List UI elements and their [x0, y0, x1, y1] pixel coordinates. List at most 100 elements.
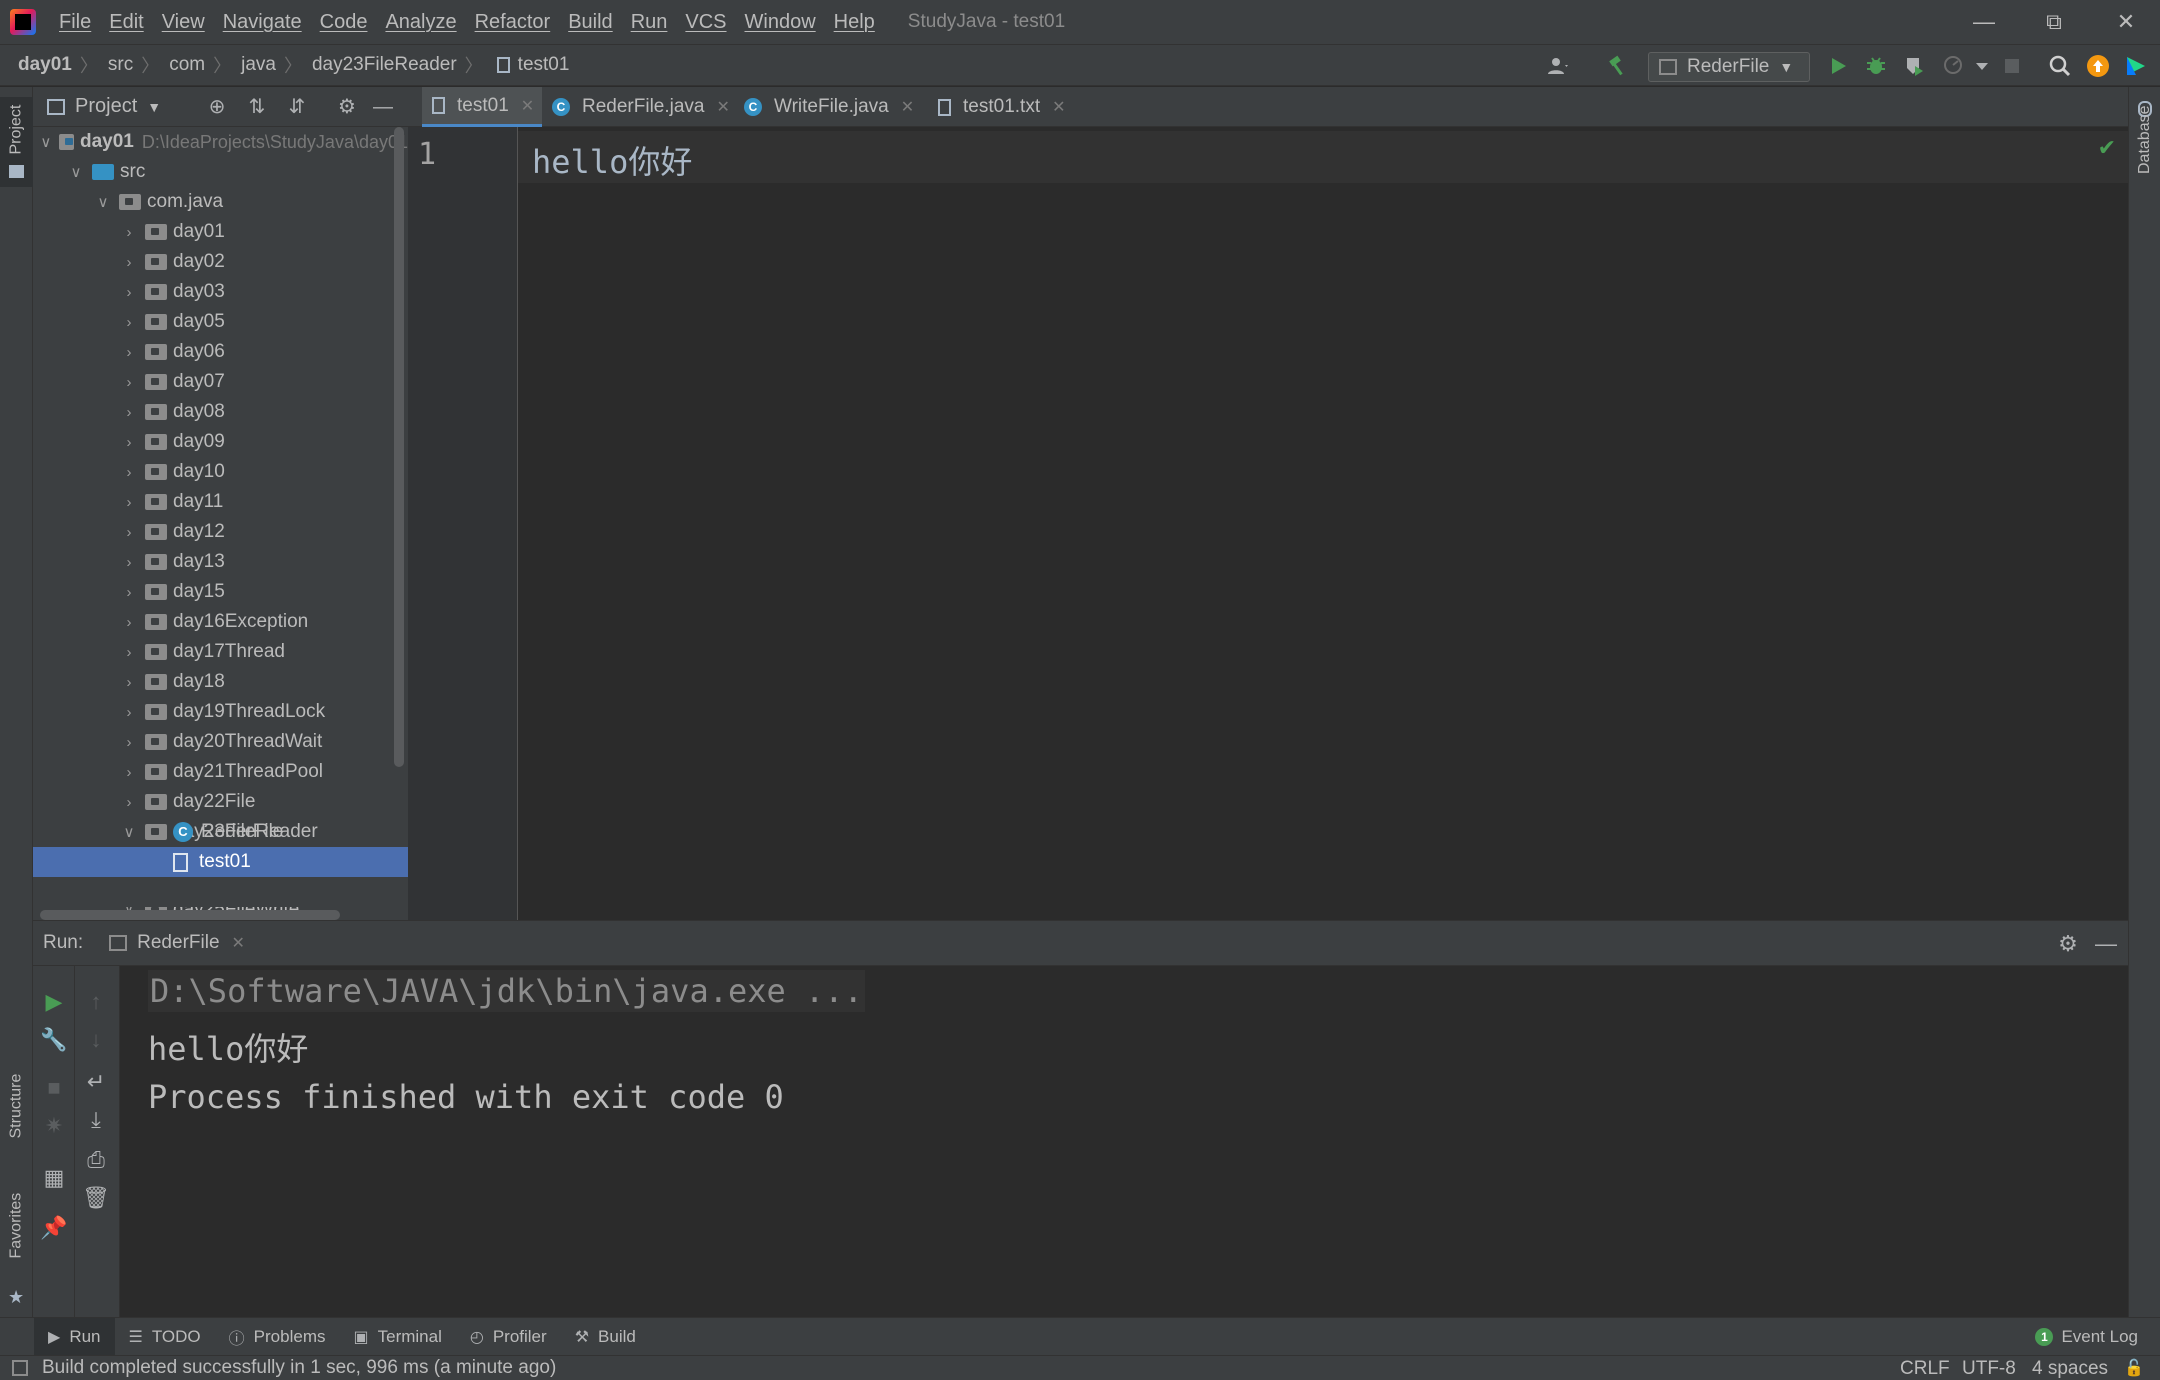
chevron-right-icon[interactable]: › — [119, 644, 139, 661]
chevron-right-icon[interactable]: › — [119, 674, 139, 691]
wrench-icon[interactable]: 🔧 — [33, 1024, 75, 1056]
status-message[interactable]: Build completed successfully in 1 sec, 9… — [42, 1357, 556, 1379]
close-icon[interactable]: ✕ — [1052, 97, 1065, 117]
debug-icon[interactable] — [1864, 54, 1888, 78]
lock-icon[interactable]: 🔓 — [2124, 1356, 2144, 1380]
chevron-right-icon[interactable]: › — [119, 524, 139, 541]
tree-item-folder[interactable]: › day22File — [33, 787, 408, 817]
console-command-line[interactable]: D:\Software\JAVA\jdk\bin\java.exe ... — [148, 970, 865, 1012]
chevron-right-icon[interactable]: › — [119, 794, 139, 811]
tool-window-build[interactable]: ⚒ Build — [561, 1318, 650, 1356]
tree-item-folder[interactable]: › day08 — [33, 397, 408, 427]
database-tool-tab[interactable]: Database — [2129, 97, 2160, 207]
close-icon[interactable]: ✕ — [901, 97, 914, 117]
breadcrumb-test01[interactable]: test01 — [508, 54, 570, 76]
chevron-down-icon[interactable]: ∨ — [93, 193, 113, 211]
print-icon[interactable]: ⎙ — [75, 1144, 117, 1176]
line-separator-indicator[interactable]: CRLF — [1900, 1356, 1950, 1380]
tree-item-folder[interactable]: › day10 — [33, 457, 408, 487]
chevron-down-icon[interactable]: ▼ — [147, 99, 161, 115]
menu-view[interactable]: View — [153, 11, 214, 34]
tab-test01-txt[interactable]: test01.txt ✕ — [928, 87, 1088, 127]
project-tool-tab[interactable]: Project — [0, 97, 33, 187]
tool-window-run[interactable]: ▶ Run — [34, 1317, 115, 1356]
tree-item-package[interactable]: ∨ com.java — [33, 187, 408, 217]
breadcrumb-java[interactable]: java — [231, 54, 276, 76]
hide-panel-icon[interactable]: — — [371, 95, 395, 119]
minimize-icon[interactable]: — — [1968, 6, 2000, 38]
tab-rederfile-java[interactable]: C RederFile.java ✕ — [542, 87, 734, 127]
pin-icon[interactable]: 📌 — [33, 1212, 75, 1244]
structure-tool-tab[interactable]: Structure — [0, 1074, 33, 1187]
project-view-selector[interactable]: Project — [75, 95, 137, 118]
chevron-right-icon[interactable]: › — [119, 224, 139, 241]
update-icon[interactable] — [2086, 54, 2110, 78]
menu-run[interactable]: Run — [622, 11, 677, 34]
tree-item-folder[interactable]: › day21ThreadPool — [33, 757, 408, 787]
menu-help[interactable]: Help — [825, 11, 884, 34]
scroll-to-end-icon[interactable]: ⤓ — [75, 1104, 117, 1136]
chevron-right-icon[interactable]: › — [119, 344, 139, 361]
rerun-icon[interactable]: ▶ — [33, 986, 75, 1018]
tree-item-folder[interactable]: › day19ThreadLock — [33, 697, 408, 727]
breadcrumb-src[interactable]: src — [98, 54, 133, 76]
chevron-right-icon[interactable]: › — [119, 374, 139, 391]
build-hammer-icon[interactable] — [1606, 54, 1630, 78]
tree-item-folder[interactable]: › day11 — [33, 487, 408, 517]
run-icon[interactable] — [1826, 54, 1850, 78]
restore-icon[interactable]: ⧉ — [2038, 6, 2070, 38]
account-icon[interactable] — [1546, 54, 1570, 78]
tool-window-terminal[interactable]: ▣ Terminal — [339, 1318, 455, 1356]
encoding-indicator[interactable]: UTF-8 — [1962, 1356, 2016, 1380]
menu-vcs[interactable]: VCS — [676, 11, 735, 34]
chevron-right-icon[interactable]: › — [119, 494, 139, 511]
tree-item-folder[interactable]: › day09 — [33, 427, 408, 457]
more-run-options-chevron-icon[interactable] — [1970, 54, 1994, 78]
trash-icon[interactable]: 🗑 — [75, 1182, 117, 1214]
chevron-down-icon[interactable]: ∨ — [66, 163, 86, 181]
chevron-right-icon[interactable]: › — [119, 704, 139, 721]
close-icon[interactable]: ✕ — [717, 97, 730, 117]
chevron-right-icon[interactable]: › — [119, 254, 139, 271]
chevron-down-icon[interactable]: ∨ — [39, 133, 53, 151]
tool-window-todo[interactable]: ☰ TODO — [115, 1318, 215, 1356]
collapse-all-icon[interactable]: ⇵ — [285, 95, 309, 119]
tree-item-folder[interactable]: › day02 — [33, 247, 408, 277]
tree-item-folder[interactable]: › day01 — [33, 217, 408, 247]
chevron-right-icon[interactable]: › — [119, 284, 139, 301]
favorites-tool-tab[interactable]: Favorites ★ — [0, 1193, 33, 1307]
tree-item-folder[interactable]: › day20ThreadWait — [33, 727, 408, 757]
chevron-right-icon[interactable]: › — [119, 434, 139, 451]
locate-file-icon[interactable]: ⊕ — [205, 95, 229, 119]
tree-horizontal-scrollbar[interactable] — [40, 910, 340, 920]
menu-edit[interactable]: Edit — [100, 11, 152, 34]
soft-wrap-icon[interactable]: ↵ — [75, 1066, 117, 1098]
code-editor[interactable]: hello你好 ✔ — [518, 127, 2128, 920]
tree-item-folder[interactable]: › day03 — [33, 277, 408, 307]
menu-window[interactable]: Window — [736, 11, 825, 34]
toggle-tool-windows-icon[interactable] — [12, 1360, 28, 1376]
tree-item-src[interactable]: ∨ src — [33, 157, 408, 187]
chevron-right-icon[interactable]: › — [119, 584, 139, 601]
close-window-icon[interactable]: ✕ — [2110, 6, 2142, 38]
code-with-me-icon[interactable] — [2124, 54, 2148, 78]
chevron-right-icon[interactable]: › — [119, 404, 139, 421]
run-configuration-selector[interactable]: RederFile ▼ — [1648, 52, 1810, 82]
tree-item-folder[interactable]: › day12 — [33, 517, 408, 547]
tree-item-folder[interactable]: › day05 — [33, 307, 408, 337]
chevron-right-icon[interactable]: › — [119, 314, 139, 331]
tree-root-module[interactable]: ∨ day01 D:\IdeaProjects\StudyJava\day01 — [33, 127, 408, 157]
tree-item-folder[interactable]: › day13 — [33, 547, 408, 577]
menu-navigate[interactable]: Navigate — [214, 11, 311, 34]
code-line[interactable]: hello你好 — [532, 137, 692, 183]
menu-build[interactable]: Build — [559, 11, 621, 34]
close-icon[interactable]: ✕ — [232, 933, 245, 953]
menu-refactor[interactable]: Refactor — [466, 11, 560, 34]
breadcrumb-day23filereader[interactable]: day23FileReader — [302, 54, 457, 76]
tree-item-folder[interactable]: › day17Thread — [33, 637, 408, 667]
tree-item-folder[interactable]: › day18 — [33, 667, 408, 697]
tree-item-folder[interactable]: › day07 — [33, 367, 408, 397]
event-log-button[interactable]: 1 Event Log — [2035, 1318, 2138, 1356]
gear-icon[interactable]: ⚙ — [2055, 931, 2081, 957]
layout-icon[interactable]: ▦ — [33, 1162, 75, 1194]
